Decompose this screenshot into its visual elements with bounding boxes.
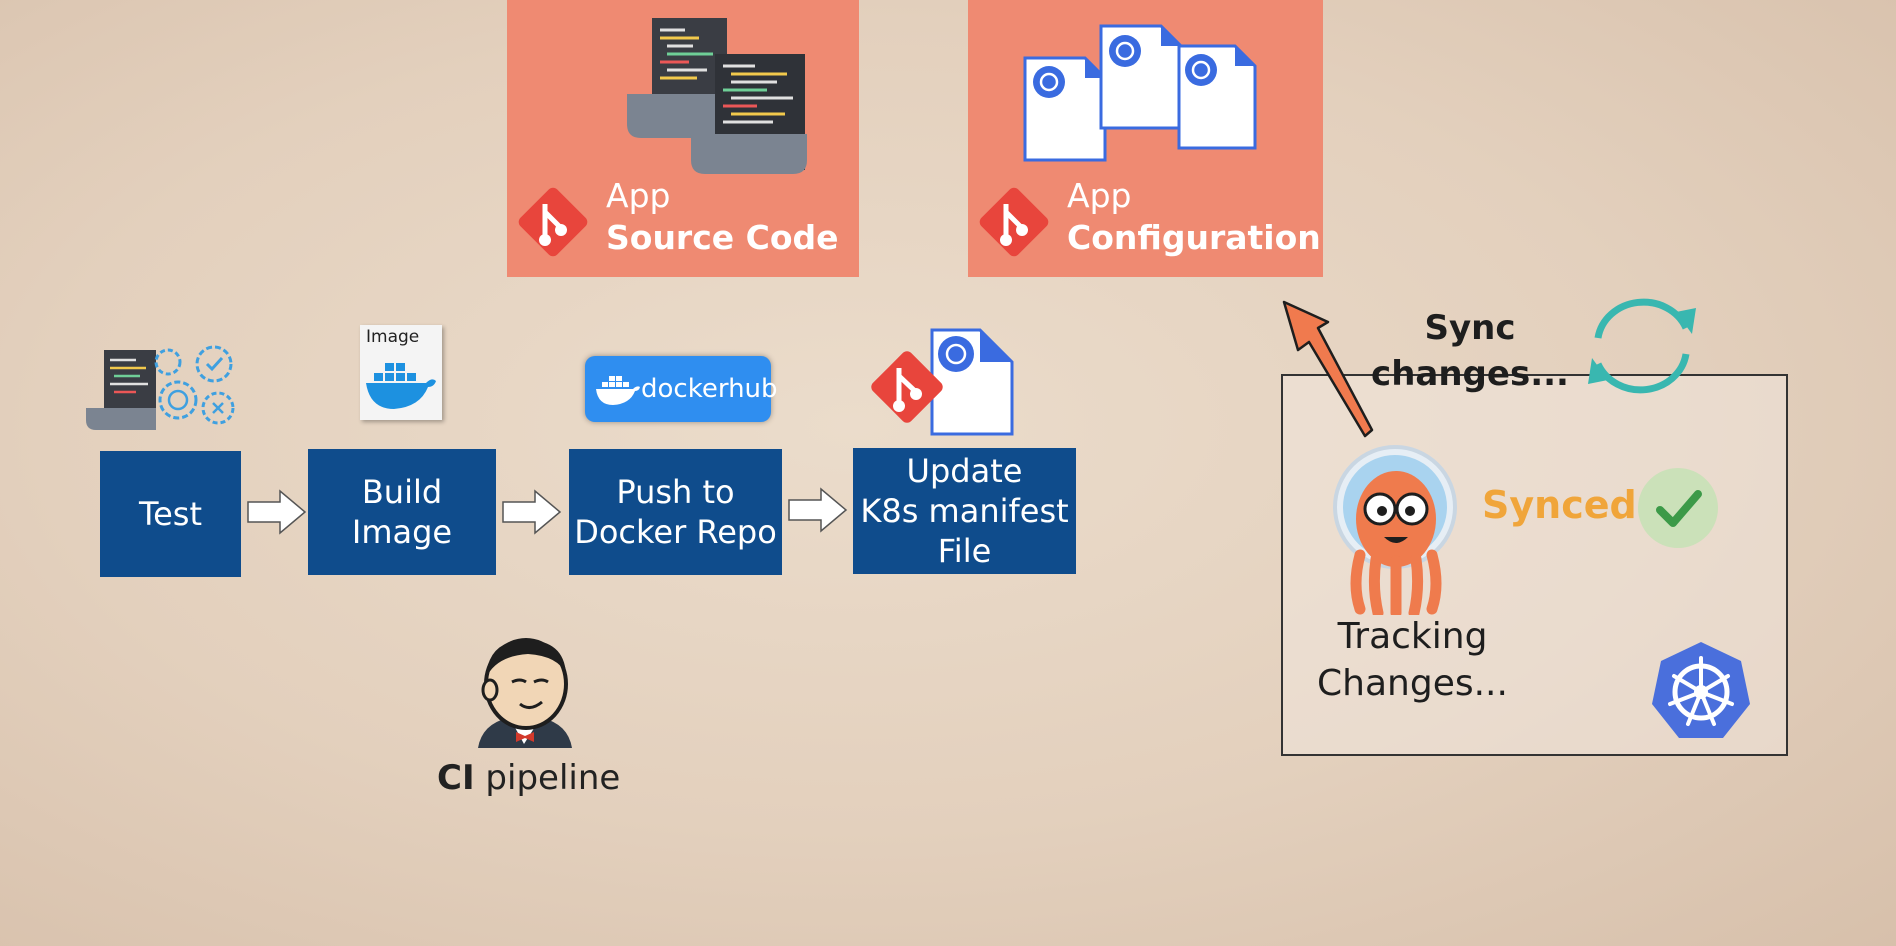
check-icon [1638, 468, 1718, 548]
repo-label-app: App [606, 176, 671, 215]
arrow-up-icon [1282, 300, 1374, 438]
dockerhub-logo: dockerhub [585, 356, 778, 422]
docker-image-card: Image [360, 325, 442, 420]
ci-pipeline-label: CI pipeline [437, 758, 620, 798]
ci-label-rest: pipeline [474, 758, 621, 798]
arrow-right-icon [502, 489, 562, 535]
k8s-manifest-files-icon [1023, 24, 1257, 162]
pipeline-step-test: Test [100, 451, 241, 577]
repo-label-configuration: Configuration [1067, 218, 1321, 257]
k8s-manifest-icon [1023, 56, 1107, 162]
argo-octopus-icon [1333, 445, 1457, 615]
arrow-right-icon [788, 487, 848, 533]
sync-changes-label: Sync changes... [1371, 308, 1569, 394]
pipeline-step-update-manifest: Update K8s manifest File [853, 448, 1076, 574]
arrow-right-icon [247, 489, 307, 535]
jenkins-logo [478, 638, 572, 748]
kubernetes-icon [1652, 642, 1750, 738]
repo-label-app: App [1067, 176, 1132, 215]
docker-whale-icon [596, 376, 640, 405]
sync-cycle-icon [1588, 298, 1696, 394]
image-card-label: Image [366, 327, 420, 347]
synced-status-label: Synced [1482, 483, 1637, 527]
ci-label-bold: CI [437, 758, 475, 798]
app-configuration-repo: App Configuration [968, 0, 1323, 277]
git-k8s-manifest-icon [871, 328, 1014, 436]
pipeline-step-build-image: Build Image [308, 449, 496, 575]
git-icon [518, 187, 588, 257]
git-icon [979, 187, 1049, 257]
tracking-changes-label: Tracking Changes... [1317, 616, 1508, 704]
pipeline-step-push-docker: Push to Docker Repo [569, 449, 782, 575]
repo-label-source-code: Source Code [606, 218, 839, 257]
app-source-code-repo: App Source Code [507, 0, 859, 277]
test-gears-icon [86, 345, 235, 430]
docker-whale-icon [366, 363, 436, 409]
dockerhub-label: dockerhub [641, 374, 778, 404]
code-files-icon [627, 18, 807, 174]
